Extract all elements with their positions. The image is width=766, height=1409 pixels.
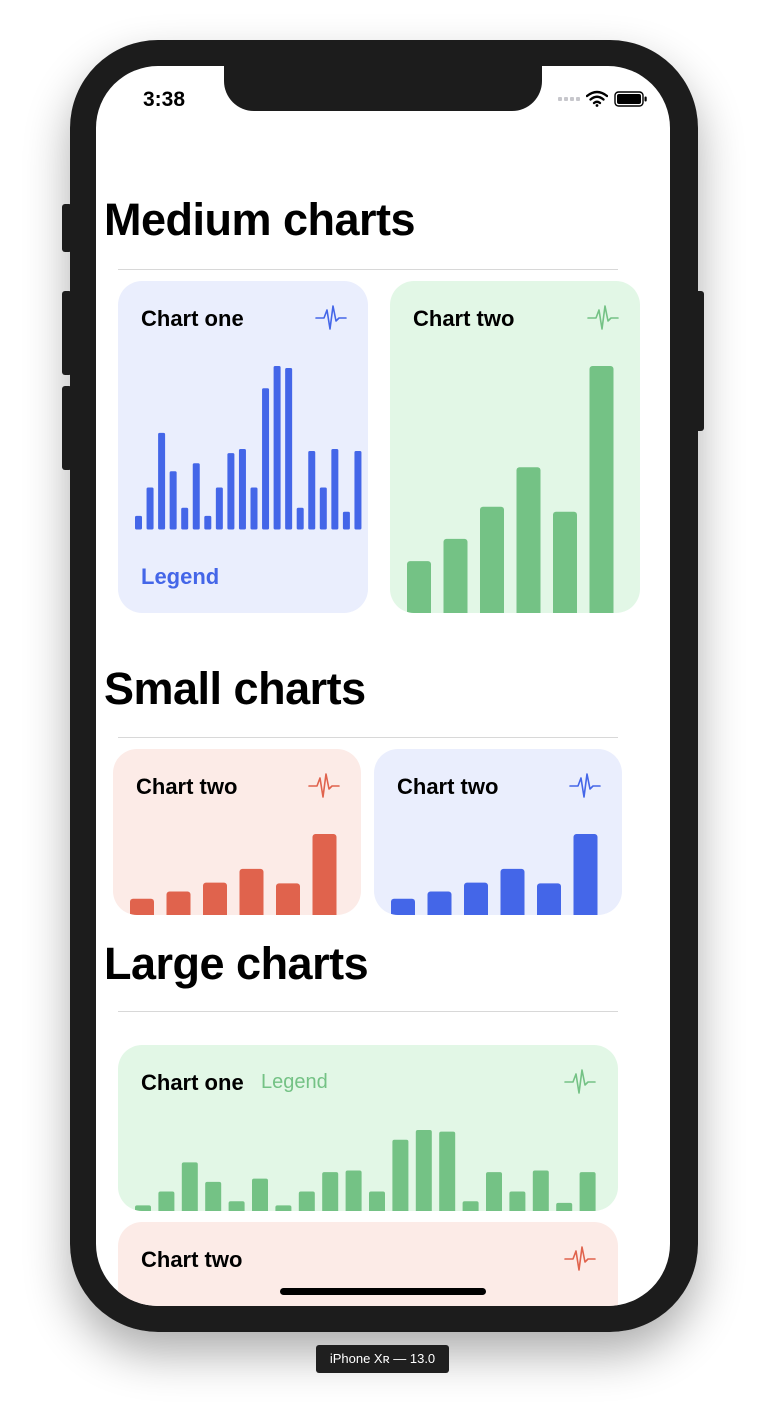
status-icons: [558, 90, 648, 107]
chart-bar: [532, 1170, 549, 1211]
card-title: Chart one: [141, 306, 244, 331]
chart-card[interactable]: Chart two: [390, 281, 640, 613]
section-title-small: Small charts: [104, 663, 366, 714]
chart-bar: [135, 515, 142, 530]
chart-bar: [354, 451, 362, 530]
chart-bar: [345, 1170, 362, 1211]
chart-bar: [192, 463, 200, 530]
chart-bar: [308, 451, 316, 530]
app-screen: 3:38 Medium charts Chart one Legend Char…: [96, 66, 670, 1306]
chart-bar: [285, 368, 293, 530]
chart-bar: [369, 1191, 385, 1211]
home-indicator[interactable]: [280, 1288, 486, 1295]
section-divider: [118, 269, 618, 270]
chart-bar: [439, 1131, 456, 1211]
section-divider: [118, 1011, 618, 1012]
card-title: Chart two: [141, 1247, 243, 1272]
waveform-icon: [564, 1246, 596, 1271]
chart-bar: [312, 834, 337, 915]
chart-bar: [252, 1178, 268, 1211]
chart-bar: [589, 366, 614, 613]
section-title-large: Large charts: [104, 938, 369, 989]
chart-bar: [228, 1201, 245, 1211]
chart-bar: [553, 511, 577, 613]
cellular-signal-icon: [558, 96, 580, 101]
chart-bar: [415, 1130, 432, 1211]
chart-bar: [509, 1191, 526, 1211]
waveform-icon: [315, 305, 347, 330]
chart-bar: [181, 507, 189, 530]
chart-legend: Legend: [141, 564, 220, 589]
section-divider: [118, 737, 618, 738]
bar-chart: [407, 366, 614, 613]
chart-bar: [391, 898, 415, 915]
chart-legend: Legend: [261, 1071, 328, 1093]
chart-bar: [537, 883, 561, 915]
chart-bar: [250, 487, 258, 530]
chart-bar: [486, 1172, 502, 1211]
waveform-icon: [308, 773, 340, 798]
chart-bar: [500, 868, 525, 915]
chart-bar: [158, 1191, 175, 1211]
card-title: Chart one: [141, 1070, 244, 1095]
status-time: 3:38: [143, 88, 186, 111]
bar-chart: [391, 834, 598, 915]
chart-bar: [573, 834, 598, 915]
waveform-icon: [569, 773, 601, 798]
chart-bar: [262, 388, 270, 530]
chart-bar: [579, 1172, 596, 1211]
chart-bar: [464, 882, 488, 915]
chart-bar: [203, 882, 227, 915]
chart-bar: [298, 1191, 315, 1211]
chart-bar: [556, 1202, 573, 1211]
chart-bar: [215, 487, 223, 530]
chart-bar: [516, 467, 541, 613]
chart-bar: [204, 515, 212, 530]
chart-bar: [205, 1181, 222, 1211]
chart-bar: [166, 891, 191, 915]
card-title: Chart two: [413, 306, 515, 331]
chart-bar: [407, 561, 431, 613]
card-title: Chart two: [397, 774, 499, 799]
waveform-icon: [564, 1069, 596, 1094]
chart-card[interactable]: Chart one Legend: [118, 1045, 618, 1211]
chart-bar: [273, 366, 281, 530]
chart-bar: [158, 432, 166, 530]
chart-card[interactable]: Chart two: [374, 749, 622, 915]
chart-bar: [146, 487, 154, 530]
chart-bar: [227, 453, 235, 530]
chart-bar: [331, 449, 339, 530]
chart-bar: [238, 449, 246, 530]
chart-bar: [392, 1139, 409, 1211]
chart-bar: [342, 511, 350, 530]
waveform-icon: [587, 305, 619, 330]
section-title-medium: Medium charts: [104, 194, 416, 245]
chart-bar: [462, 1201, 479, 1211]
chart-bar: [322, 1172, 339, 1211]
chart-card[interactable]: Chart two: [113, 749, 361, 915]
card-title: Chart two: [136, 774, 238, 799]
chart-bar: [169, 471, 177, 530]
battery-icon: [614, 90, 647, 107]
device-label: iPhone Xʀ — 13.0: [316, 1345, 449, 1373]
bar-chart: [135, 366, 362, 530]
chart-bar: [427, 891, 452, 915]
notch: [224, 66, 542, 111]
chart-bar: [480, 506, 504, 613]
chart-card[interactable]: Chart one Legend: [118, 281, 368, 613]
wifi-icon: [586, 90, 608, 107]
chart-bar: [276, 883, 300, 915]
bar-chart: [130, 834, 337, 915]
chart-bar: [275, 1205, 292, 1211]
chart-bar: [135, 1205, 151, 1211]
chart-bar: [319, 487, 327, 530]
chart-bar: [443, 538, 468, 613]
chart-bar: [296, 507, 304, 530]
chart-bar: [239, 868, 264, 915]
chart-bar: [181, 1162, 198, 1211]
bar-chart: [135, 1130, 596, 1211]
chart-bar: [130, 898, 154, 915]
